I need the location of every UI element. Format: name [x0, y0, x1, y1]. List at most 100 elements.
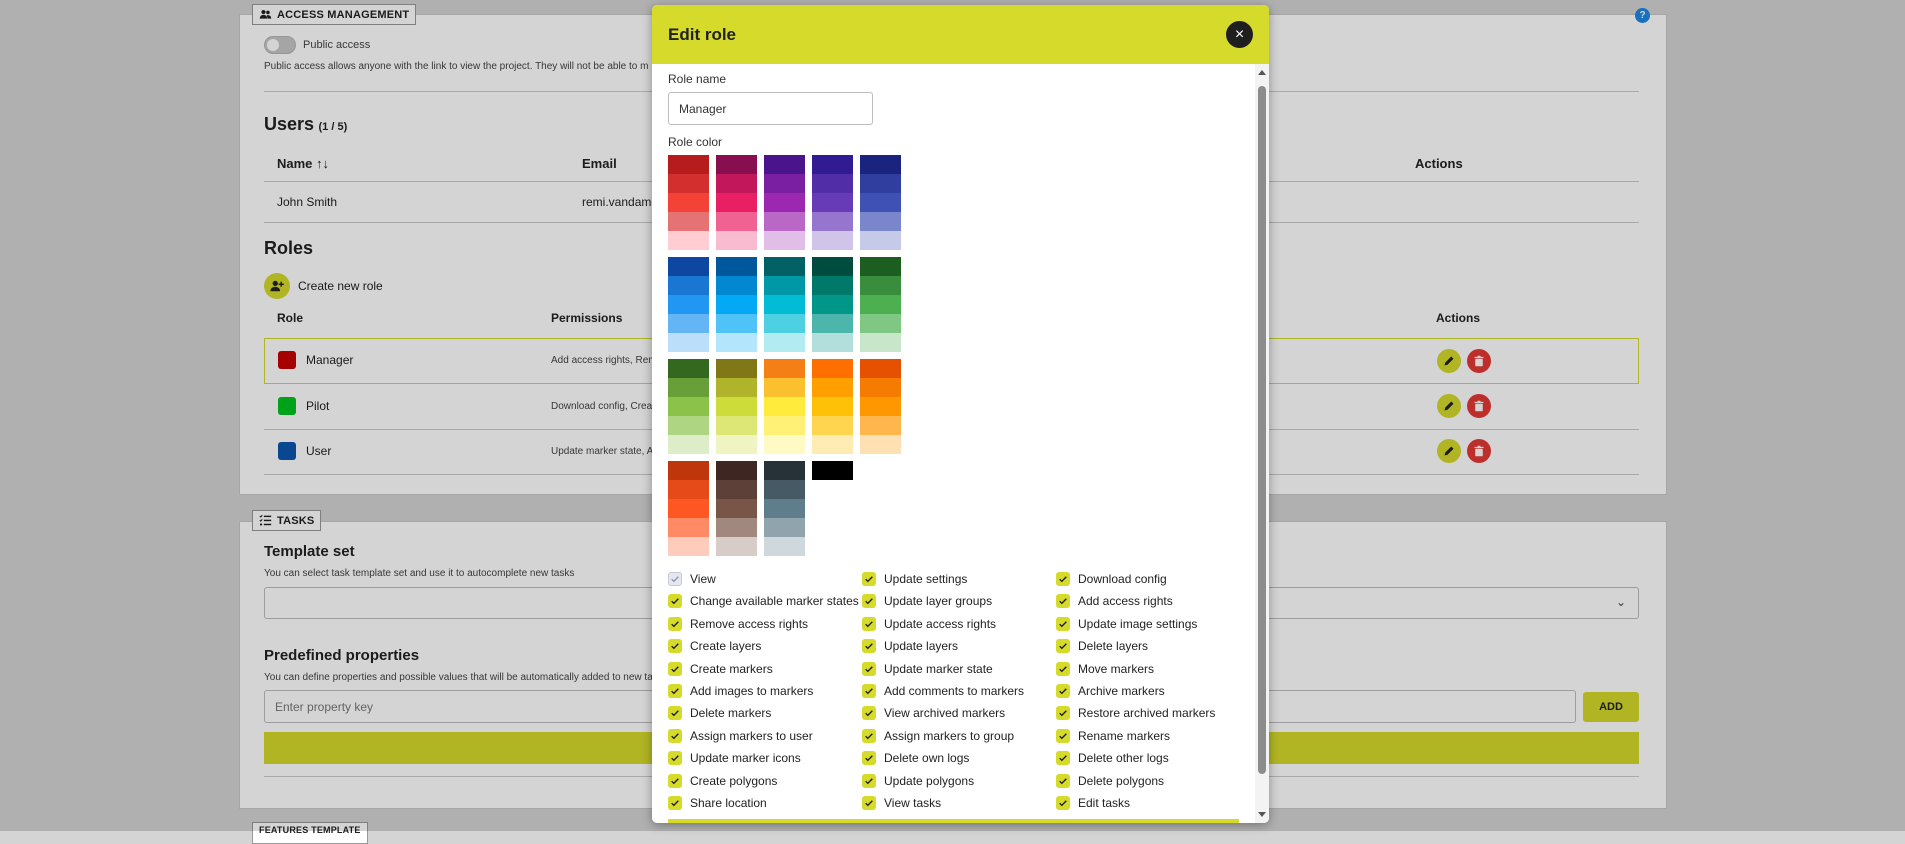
permission-item[interactable]: Create markers [668, 660, 862, 678]
color-swatch[interactable] [812, 276, 853, 295]
color-swatch[interactable] [860, 435, 901, 454]
color-swatch[interactable] [812, 333, 853, 352]
color-swatch[interactable] [764, 295, 805, 314]
color-swatch[interactable] [860, 333, 901, 352]
permission-item[interactable]: Add images to markers [668, 682, 862, 700]
color-swatch[interactable] [668, 480, 709, 499]
color-swatch[interactable] [716, 518, 757, 537]
color-swatch[interactable] [716, 276, 757, 295]
permission-item[interactable]: Delete own logs [862, 749, 1056, 767]
permission-item[interactable]: Change available marker states [668, 592, 862, 610]
color-swatch[interactable] [812, 314, 853, 333]
color-swatch[interactable] [716, 416, 757, 435]
color-swatch[interactable] [860, 231, 901, 250]
permission-item[interactable]: Update settings [862, 570, 1056, 588]
permission-item[interactable]: Delete other logs [1056, 749, 1250, 767]
color-swatch[interactable] [668, 155, 709, 174]
color-swatch[interactable] [764, 416, 805, 435]
color-swatch[interactable] [668, 461, 709, 480]
color-swatch[interactable] [716, 480, 757, 499]
color-swatch[interactable] [764, 257, 805, 276]
checkbox-checked-icon[interactable] [1056, 572, 1070, 586]
permission-item[interactable]: Rename markers [1056, 727, 1250, 745]
color-swatch[interactable] [860, 314, 901, 333]
color-swatch[interactable] [716, 397, 757, 416]
color-swatch[interactable] [764, 518, 805, 537]
color-swatch[interactable] [764, 480, 805, 499]
color-swatch[interactable] [668, 499, 709, 518]
color-swatch[interactable] [716, 174, 757, 193]
checkbox-checked-icon[interactable] [1056, 706, 1070, 721]
color-swatch[interactable] [764, 155, 805, 174]
color-swatch[interactable] [764, 212, 805, 231]
color-swatch[interactable] [812, 231, 853, 250]
color-swatch[interactable] [860, 155, 901, 174]
checkbox-checked-icon[interactable] [1056, 728, 1070, 743]
checkbox-checked-icon[interactable] [668, 751, 682, 766]
permission-item[interactable]: View tasks [862, 794, 1056, 812]
checkbox-checked-icon[interactable] [862, 728, 876, 743]
color-swatch[interactable] [668, 231, 709, 250]
color-swatch[interactable] [764, 314, 805, 333]
color-swatch[interactable] [716, 155, 757, 174]
color-swatch[interactable] [812, 193, 853, 212]
permission-item[interactable]: Update layers [862, 637, 1056, 655]
color-swatch[interactable] [716, 193, 757, 212]
permission-item[interactable]: Download config [1056, 570, 1250, 588]
color-swatch[interactable] [764, 174, 805, 193]
checkbox-checked-icon[interactable] [668, 616, 682, 631]
role-name-input[interactable]: Manager [668, 92, 873, 125]
permission-item[interactable]: Assign markers to user [668, 727, 862, 745]
color-swatch[interactable] [812, 155, 853, 174]
checkbox-checked-icon[interactable] [668, 683, 682, 698]
permission-item[interactable]: Add comments to markers [862, 682, 1056, 700]
checkbox-checked-icon[interactable] [862, 706, 876, 721]
checkbox-checked-icon[interactable] [862, 683, 876, 698]
scroll-thumb[interactable] [1258, 86, 1266, 774]
checkbox-checked-icon[interactable] [1056, 616, 1070, 631]
permission-item[interactable]: Update layer groups [862, 592, 1056, 610]
color-swatch[interactable] [812, 416, 853, 435]
color-swatch[interactable] [812, 295, 853, 314]
permission-item[interactable]: Add access rights [1056, 592, 1250, 610]
checkbox-checked-icon[interactable] [862, 572, 876, 586]
color-swatch[interactable] [764, 537, 805, 556]
color-swatch[interactable] [764, 231, 805, 250]
color-swatch[interactable] [764, 193, 805, 212]
color-swatch[interactable] [812, 257, 853, 276]
color-swatch[interactable] [716, 295, 757, 314]
color-swatch[interactable] [716, 461, 757, 480]
color-swatch[interactable] [764, 276, 805, 295]
color-swatch[interactable] [668, 333, 709, 352]
color-swatch[interactable] [764, 397, 805, 416]
color-swatch[interactable] [764, 378, 805, 397]
checkbox-checked-icon[interactable] [862, 751, 876, 766]
permission-item[interactable]: Update polygons [862, 772, 1056, 790]
color-swatch[interactable] [812, 435, 853, 454]
color-swatch[interactable] [716, 435, 757, 454]
checkbox-checked-icon[interactable] [862, 594, 876, 609]
color-swatch[interactable] [812, 378, 853, 397]
color-swatch[interactable] [668, 257, 709, 276]
permission-item[interactable]: Create polygons [668, 772, 862, 790]
checkbox-checked-icon[interactable] [862, 773, 876, 788]
checkbox-checked-icon[interactable] [1056, 661, 1070, 676]
permission-item[interactable]: Remove access rights [668, 615, 862, 633]
color-swatch[interactable] [716, 359, 757, 378]
color-swatch[interactable] [860, 378, 901, 397]
color-swatch[interactable] [668, 314, 709, 333]
scroll-up-arrow[interactable] [1258, 70, 1266, 75]
color-swatch[interactable] [860, 416, 901, 435]
permission-item[interactable]: Update marker icons [668, 749, 862, 767]
color-swatch[interactable] [812, 461, 853, 480]
checkbox-checked-icon[interactable] [1056, 773, 1070, 788]
permission-item[interactable]: Delete polygons [1056, 772, 1250, 790]
color-swatch[interactable] [668, 435, 709, 454]
color-swatch[interactable] [860, 174, 901, 193]
color-swatch[interactable] [668, 537, 709, 556]
color-swatch[interactable] [716, 231, 757, 250]
checkbox-checked-icon[interactable] [668, 773, 682, 788]
permission-item[interactable]: Edit tasks [1056, 794, 1250, 812]
color-swatch[interactable] [668, 378, 709, 397]
checkbox-checked-icon[interactable] [1056, 795, 1070, 810]
